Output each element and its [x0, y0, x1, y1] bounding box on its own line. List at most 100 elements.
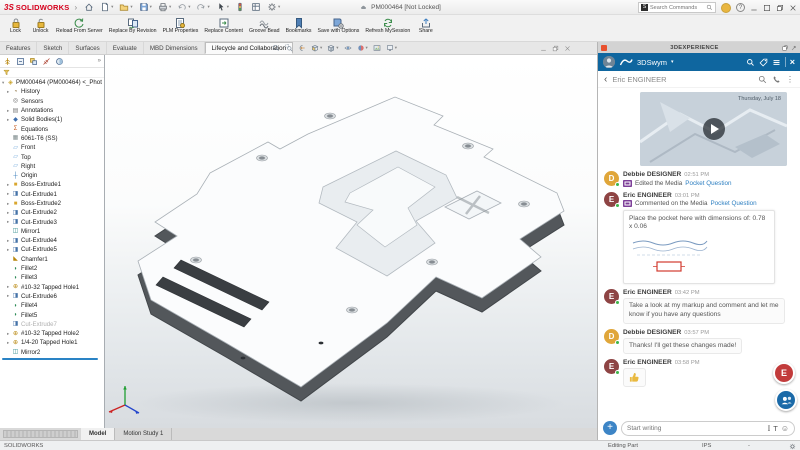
- text-format-icon[interactable]: T: [773, 424, 778, 433]
- tab-mbd-dimensions[interactable]: MBD Dimensions: [144, 42, 205, 54]
- dropdown-caret-icon[interactable]: ▾: [366, 45, 368, 51]
- avatar[interactable]: D: [604, 171, 620, 187]
- model-tab-model[interactable]: Model: [81, 428, 116, 440]
- filter-funnel-icon[interactable]: [3, 69, 10, 76]
- tree-item-cut-extrude7[interactable]: ◨ Cut-Extrude7: [0, 320, 104, 329]
- plm-properties-button[interactable]: PLM Properties: [160, 16, 202, 35]
- configurationmanager-tab[interactable]: [29, 57, 38, 66]
- tree-item-10-32-tapped-hole2[interactable]: ▸ ⊕ #10-32 Tapped Hole2: [0, 329, 104, 338]
- dropdown-caret-icon[interactable]: ▾: [227, 4, 229, 10]
- tab-evaluate[interactable]: Evaluate: [107, 42, 144, 54]
- groove-bead-button[interactable]: Groove Bead: [246, 16, 283, 35]
- status-options-gear-icon[interactable]: [789, 443, 796, 450]
- dropdown-caret-icon[interactable]: ▾: [207, 4, 209, 10]
- tree-item-cut-extrude2[interactable]: ▸ ◨ Cut-Extrude2: [0, 208, 104, 217]
- tree-item-origin[interactable]: ┼ Origin: [0, 171, 104, 180]
- play-button[interactable]: [702, 118, 725, 140]
- call-phone-icon[interactable]: [772, 75, 781, 84]
- replace-by-revision-button[interactable]: Replace By Revision: [106, 16, 160, 35]
- panel-close-icon[interactable]: ×: [790, 57, 795, 67]
- help-button[interactable]: ?: [736, 3, 745, 12]
- doc-close-button[interactable]: [564, 45, 571, 52]
- refresh-mysession-button[interactable]: Refresh MySession: [362, 16, 413, 35]
- tree-item-cut-extrude4[interactable]: ▸ ◨ Cut-Extrude4: [0, 236, 104, 245]
- markup-sketch-image[interactable]: [629, 235, 709, 280]
- dropdown-caret-icon[interactable]: ▾: [150, 4, 152, 10]
- avatar[interactable]: E: [604, 191, 620, 208]
- avatar[interactable]: E: [604, 359, 620, 376]
- pop-out-icon[interactable]: [782, 45, 788, 51]
- options-gear-button[interactable]: ▾: [267, 2, 280, 12]
- tree-item-1-4-20-tapped-hole1[interactable]: ▸ ⊕ 1/4-20 Tapped Hole1: [0, 338, 104, 347]
- tree-item-mirror2[interactable]: ◫ Mirror2: [0, 348, 104, 357]
- avatar[interactable]: D: [604, 328, 620, 345]
- floating-contact-avatar[interactable]: E: [773, 362, 795, 384]
- conversation-search-icon[interactable]: [758, 75, 767, 84]
- tree-item-fillet2[interactable]: ◗ Fillet2: [0, 264, 104, 273]
- tab-scroll-area[interactable]: [3, 430, 78, 438]
- doc-minimize-button[interactable]: [540, 45, 547, 52]
- tree-item-mirror1[interactable]: ◫ Mirror1: [0, 227, 104, 236]
- tree-item-cut-extrude3[interactable]: ▸ ◨ Cut-Extrude3: [0, 217, 104, 226]
- dropdown-caret-icon[interactable]: ▾: [130, 4, 132, 10]
- tree-item-cut-extrude6[interactable]: ▸ ◨ Cut-Extrude6: [0, 292, 104, 301]
- minimize-button[interactable]: [750, 4, 758, 12]
- app-switch-caret-icon[interactable]: ▾: [671, 59, 674, 65]
- close-button[interactable]: [789, 4, 797, 12]
- lock-button[interactable]: Lock: [3, 16, 28, 35]
- dimxpertmanager-tab[interactable]: [42, 57, 51, 66]
- tree-item-cut-extrude1[interactable]: ▸ ◨ Cut-Extrude1: [0, 190, 104, 199]
- tree-item-top[interactable]: ▱ Top: [0, 152, 104, 161]
- save-with-options-button[interactable]: Save with Options: [315, 16, 363, 35]
- search-commands-box[interactable]: S: [638, 2, 716, 13]
- media-link[interactable]: Pocket Question: [710, 200, 756, 207]
- tree-item-solid-bodies-1[interactable]: ▸ ◆ Solid Bodies(1): [0, 115, 104, 124]
- select-cursor-button[interactable]: ▾: [216, 2, 229, 12]
- tree-item-fillet5[interactable]: ◗ Fillet5: [0, 310, 104, 319]
- tree-item-chamfer1[interactable]: ◣ Chamfer1: [0, 255, 104, 264]
- tree-item-front[interactable]: ▱ Front: [0, 143, 104, 152]
- user-avatar[interactable]: [721, 2, 731, 13]
- dropdown-caret-icon[interactable]: ▾: [278, 4, 280, 10]
- print-button[interactable]: ▾: [158, 2, 171, 12]
- file-grid-button[interactable]: [251, 2, 261, 12]
- swym-search-icon[interactable]: [746, 58, 755, 67]
- search-scope-icon[interactable]: S: [641, 4, 648, 11]
- redo-button[interactable]: ▾: [196, 2, 210, 12]
- tree-root-item[interactable]: ▾ ◈ PM000464 (PM000464) <_Phot: [0, 78, 104, 87]
- zoom-fit-button[interactable]: [272, 44, 280, 52]
- displaymanager-tab[interactable]: [55, 57, 64, 66]
- menu-hamburger-icon[interactable]: [772, 58, 781, 67]
- home-button[interactable]: [84, 2, 94, 12]
- back-chevron-icon[interactable]: ‹: [604, 74, 607, 85]
- tab-sketch[interactable]: Sketch: [37, 42, 70, 54]
- manager-tabs-overflow[interactable]: »: [98, 58, 101, 64]
- search-icon[interactable]: [706, 4, 713, 11]
- unlock-button[interactable]: Unlock: [28, 16, 53, 35]
- propertymanager-tab[interactable]: [16, 57, 25, 66]
- dropdown-caret-icon[interactable]: ▾: [111, 4, 113, 10]
- bookmarks-button[interactable]: Bookmarks: [283, 16, 315, 35]
- dropdown-caret-icon[interactable]: ▾: [395, 45, 397, 51]
- search-commands-input[interactable]: [650, 4, 704, 11]
- share-button[interactable]: Share: [413, 16, 438, 35]
- undo-button[interactable]: ▾: [177, 2, 190, 12]
- model-tab-motion-study-1[interactable]: Motion Study 1: [115, 428, 173, 440]
- comment-card[interactable]: Place the pocket here with dimensions of…: [623, 210, 775, 285]
- zoom-area-button[interactable]: [285, 44, 293, 52]
- pin-icon[interactable]: [791, 45, 797, 51]
- section-view-button[interactable]: ▾: [311, 44, 322, 52]
- tree-item-equations[interactable]: Σ Equations: [0, 124, 104, 133]
- save-button[interactable]: ▾: [139, 2, 152, 12]
- tab-features[interactable]: Features: [0, 42, 38, 54]
- tree-filter-row[interactable]: [0, 68, 104, 78]
- dropdown-caret-icon[interactable]: ▾: [188, 4, 190, 10]
- dropdown-caret-icon[interactable]: ▾: [169, 4, 171, 10]
- tree-item-fillet4[interactable]: ◗ Fillet4: [0, 301, 104, 310]
- new-doc-button[interactable]: ▾: [100, 2, 113, 12]
- menu-expand-arrow[interactable]: ›: [74, 3, 77, 12]
- conversation-name[interactable]: Eric ENGINEER: [612, 75, 753, 84]
- swym-user-avatar[interactable]: [603, 56, 615, 68]
- tree-item-sensors[interactable]: ◎ Sensors: [0, 97, 104, 106]
- kebab-menu-icon[interactable]: ⋮: [786, 75, 794, 84]
